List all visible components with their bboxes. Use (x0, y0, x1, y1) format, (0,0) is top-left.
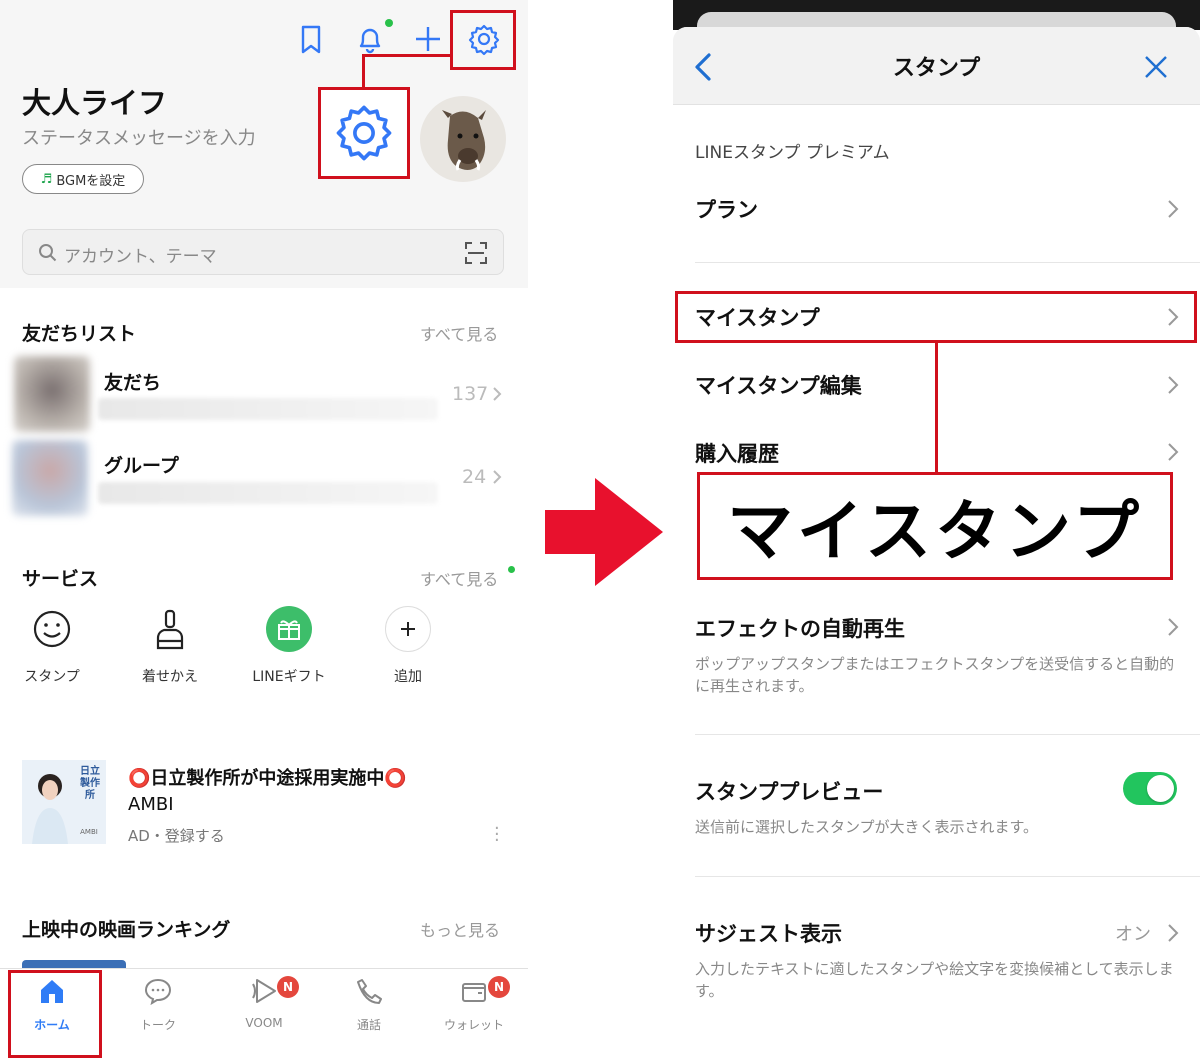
tab-call[interactable]: 通話 (329, 976, 409, 1033)
music-note-icon: ♬ (40, 171, 53, 187)
suggest-description: 入力したテキストに適したスタンプや絵文字を変換候補として表示します。 (695, 960, 1174, 1000)
tab-talk[interactable]: トーク (118, 976, 198, 1033)
chevron-right-icon (1168, 443, 1179, 461)
service-theme[interactable]: 着せかえ (125, 606, 215, 686)
gear-icon (336, 105, 392, 161)
services-section-title: サービス (22, 568, 99, 590)
chevron-right-icon (492, 469, 502, 489)
chevron-right-icon (492, 386, 502, 406)
tab-label: 通話 (356, 1018, 381, 1032)
tab-label: VOOM (245, 1016, 283, 1030)
add-icon (385, 606, 431, 652)
search-icon (38, 243, 58, 267)
groups-thumbnail (12, 440, 88, 516)
avatar[interactable] (420, 96, 506, 182)
plus-icon[interactable] (411, 22, 445, 56)
service-add[interactable]: 追加 (363, 606, 453, 686)
services-see-all-link[interactable]: すべて見る (420, 566, 498, 590)
row-stamp-preview: スタンププレビュー (695, 780, 884, 804)
row-purchase-history[interactable]: 購入履歴 (695, 438, 779, 468)
preview-description: 送信前に選択したスタンプが大きく表示されます。 (695, 818, 1039, 836)
gift-icon (266, 606, 312, 652)
groups-count: 24 (462, 466, 487, 488)
friends-row-label[interactable]: 友だち (104, 368, 161, 395)
service-label: 着せかえ (142, 669, 198, 685)
notification-dot (385, 19, 393, 27)
service-gift[interactable]: LINEギフト (244, 606, 334, 686)
smiley-icon (29, 606, 75, 652)
ad-thumbnail[interactable]: 日立製作所 AMBI (22, 760, 106, 844)
row-my-stamp-edit[interactable]: マイスタンプ編集 (695, 370, 862, 400)
bookmark-icon[interactable] (294, 22, 328, 56)
chevron-right-icon (1168, 376, 1179, 394)
tab-label: トーク (139, 1018, 176, 1032)
row-suggest[interactable]: サジェスト表示 (695, 918, 842, 948)
bgm-button-label: BGMを設定 (56, 173, 126, 189)
friends-thumbnail (14, 356, 90, 432)
friends-count: 137 (452, 383, 489, 405)
service-label: スタンプ (24, 669, 80, 685)
brush-icon (147, 606, 193, 652)
groups-row-label[interactable]: グループ (104, 451, 179, 478)
service-label: 追加 (394, 669, 422, 685)
chevron-right-icon (1168, 618, 1179, 636)
divider (695, 734, 1200, 735)
blurred-text (98, 482, 438, 504)
stamp-preview-toggle[interactable] (1123, 772, 1177, 805)
divider (695, 262, 1200, 263)
friends-see-all-link[interactable]: すべて見る (420, 321, 498, 345)
tab-badge: N (277, 976, 299, 998)
effect-description: ポップアップスタンプまたはエフェクトスタンプを送受信すると自動的に再生されます。 (695, 655, 1175, 695)
service-label: LINEギフト (252, 669, 326, 685)
more-options-icon[interactable]: · · · (494, 820, 500, 850)
home-tab-highlight (8, 970, 102, 1058)
arrow-right-icon (545, 478, 663, 586)
connector-line (935, 343, 938, 472)
movies-section-title: 上映中の映画ランキング (22, 919, 231, 941)
suggest-value: オン (1115, 924, 1151, 945)
wallet-icon (462, 983, 486, 1002)
toggle-knob (1147, 775, 1174, 802)
chat-icon (144, 978, 172, 1006)
tab-badge: N (488, 976, 510, 998)
boar-avatar-icon (442, 110, 486, 171)
ad-thumb-logo: AMBI (80, 828, 98, 836)
friends-section-title: 友だちリスト (22, 323, 137, 345)
connector-line (362, 54, 452, 57)
my-stamp-zoom-callout: マイスタンプ (697, 472, 1173, 580)
chevron-right-icon (1168, 924, 1179, 942)
gear-icon[interactable] (467, 22, 501, 56)
movies-see-more-link[interactable]: もっと見る (420, 917, 500, 941)
ad-title[interactable]: ⭕日立製作所が中途採用実施中⭕ (128, 764, 407, 790)
connector-line (362, 54, 365, 89)
status-message-input[interactable]: ステータスメッセージを入力 (22, 124, 256, 150)
ad-thumb-text: 日立製作所 (80, 766, 100, 801)
section-header: LINEスタンプ プレミアム (695, 143, 890, 163)
bgm-button[interactable]: ♬ BGMを設定 (22, 164, 144, 194)
phone-icon (357, 979, 382, 1004)
right-screen: スタンプ LINEスタンプ プレミアム プラン マイスタンプ マイスタンプ編集 … (673, 0, 1200, 1061)
tab-label: ウォレット (443, 1018, 504, 1032)
callout-text: マイスタンプ (726, 493, 1144, 570)
row-effect-autoplay[interactable]: エフェクトの自動再生 (695, 613, 905, 643)
bell-icon[interactable] (353, 22, 387, 56)
search-placeholder: アカウント、テーマ (64, 247, 217, 267)
ad-meta[interactable]: AD・登録する (128, 825, 225, 846)
my-stamp-highlight (675, 291, 1197, 343)
settings-zoom-callout (318, 87, 410, 179)
divider (695, 876, 1200, 877)
voom-icon (252, 979, 276, 1003)
service-stamp[interactable]: スタンプ (7, 606, 97, 686)
row-plan[interactable]: プラン (695, 194, 758, 224)
profile-name[interactable]: 大人ライフ (22, 80, 167, 122)
qr-scan-icon[interactable] (464, 241, 488, 269)
left-screen: 大人ライフ ステータスメッセージを入力 ♬ BGMを設定 アカウント、テーマ 友… (0, 0, 528, 1061)
ad-advertiser: AMBI (128, 794, 174, 815)
new-dot (508, 566, 515, 573)
nav-title: スタンプ (892, 56, 981, 81)
close-icon[interactable] (1143, 54, 1169, 84)
blurred-text (98, 398, 438, 420)
chevron-right-icon (1168, 200, 1179, 218)
